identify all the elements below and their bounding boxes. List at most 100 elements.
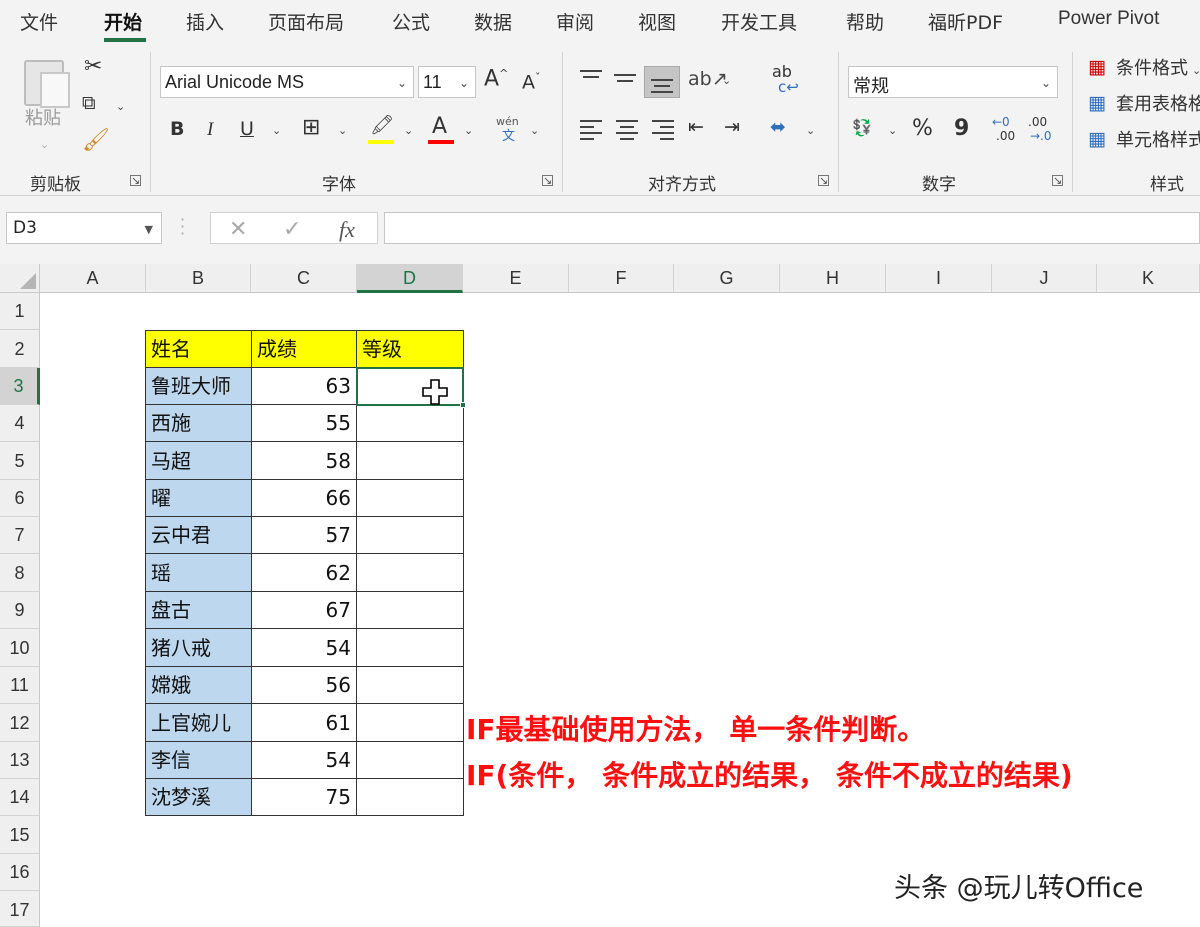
tab-file[interactable]: 文件 xyxy=(20,8,58,35)
cell-styles-button[interactable]: 单元格样式 xyxy=(1116,132,1200,150)
underline-dropdown-icon[interactable]: ⌄ xyxy=(272,124,281,137)
cell-d7[interactable] xyxy=(357,517,464,554)
column-header-b[interactable]: B xyxy=(146,264,251,293)
cell-d8[interactable] xyxy=(357,554,464,592)
cell-c12[interactable]: 61 xyxy=(252,704,357,742)
cut-icon[interactable]: ✂ xyxy=(84,56,102,78)
row-header-7[interactable]: 7 xyxy=(0,517,40,554)
row-header-2[interactable]: 2 xyxy=(0,330,40,368)
cell-b14[interactable]: 沈梦溪 xyxy=(146,779,252,816)
column-header-g[interactable]: G xyxy=(674,264,780,293)
tab-formulas[interactable]: 公式 xyxy=(392,8,430,35)
cell-d13[interactable] xyxy=(357,742,464,779)
borders-dropdown-icon[interactable]: ⌄ xyxy=(338,124,347,137)
phonetic-dropdown-icon[interactable]: ⌄ xyxy=(530,124,539,137)
cell-b13[interactable]: 李信 xyxy=(146,742,252,779)
row-header-11[interactable]: 11 xyxy=(0,667,40,704)
format-as-table-button[interactable]: 套用表格格 xyxy=(1116,96,1200,114)
number-format-select[interactable]: 常规 ⌄ xyxy=(848,66,1058,98)
column-header-d[interactable]: D xyxy=(357,264,463,293)
tab-power-pivot[interactable]: Power Pivot xyxy=(1058,8,1159,30)
insert-function-icon[interactable]: fx xyxy=(339,217,355,243)
fill-color-icon[interactable]: 🖍 xyxy=(370,116,394,135)
cell-b2[interactable]: 姓名 xyxy=(146,331,252,368)
column-header-a[interactable]: A xyxy=(40,264,146,293)
tab-help[interactable]: 帮助 xyxy=(846,8,884,35)
phonetic-guide-icon[interactable]: 文 xyxy=(502,130,515,143)
column-header-h[interactable]: H xyxy=(780,264,886,293)
tab-data[interactable]: 数据 xyxy=(474,8,512,35)
cell-d2[interactable]: 等级 xyxy=(357,331,464,368)
cell-c10[interactable]: 54 xyxy=(252,629,357,667)
clipboard-launcher-icon[interactable]: ↘ xyxy=(130,175,141,186)
cell-c5[interactable]: 58 xyxy=(252,442,357,480)
number-launcher-icon[interactable]: ↘ xyxy=(1052,175,1063,186)
bold-button[interactable]: B xyxy=(170,120,184,139)
row-header-10[interactable]: 10 xyxy=(0,629,40,667)
orientation-dropdown-icon[interactable]: ⌄ xyxy=(722,74,731,87)
decrease-indent-icon[interactable]: ⇤ xyxy=(688,118,704,137)
cell-c7[interactable]: 57 xyxy=(252,517,357,554)
merge-dropdown-icon[interactable]: ⌄ xyxy=(806,124,815,137)
align-center-icon[interactable] xyxy=(616,120,638,144)
comma-style-button[interactable]: 9 xyxy=(954,118,969,140)
borders-icon[interactable]: ⊞ xyxy=(302,117,320,139)
row-header-8[interactable]: 8 xyxy=(0,554,40,592)
tab-developer[interactable]: 开发工具 xyxy=(721,8,797,35)
row-header-14[interactable]: 14 xyxy=(0,779,40,816)
increase-indent-icon[interactable]: ⇥ xyxy=(724,118,740,137)
tab-page-layout[interactable]: 页面布局 xyxy=(268,8,344,35)
italic-button[interactable]: I xyxy=(207,120,213,139)
underline-button[interactable]: U xyxy=(240,120,254,139)
row-header-1[interactable]: 1 xyxy=(0,293,40,330)
cell-b10[interactable]: 猪八戒 xyxy=(146,629,252,667)
cancel-icon[interactable]: ✕ xyxy=(229,217,247,242)
cell-c3[interactable]: 63 xyxy=(252,368,357,405)
row-header-13[interactable]: 13 xyxy=(0,742,40,779)
column-header-k[interactable]: K xyxy=(1097,264,1200,293)
cell-c13[interactable]: 54 xyxy=(252,742,357,779)
cell-c11[interactable]: 56 xyxy=(252,667,357,704)
align-middle-icon[interactable] xyxy=(614,74,636,86)
cell-d9[interactable] xyxy=(357,592,464,629)
conditional-format-button[interactable]: 条件格式 xyxy=(1116,60,1188,78)
row-header-9[interactable]: 9 xyxy=(0,592,40,629)
cell-d14[interactable] xyxy=(357,779,464,816)
cell-b12[interactable]: 上官婉儿 xyxy=(146,704,252,742)
cell-b7[interactable]: 云中君 xyxy=(146,517,252,554)
copy-icon[interactable]: ⧉ xyxy=(82,94,96,113)
row-header-3[interactable]: 3 xyxy=(0,368,40,405)
cell-c6[interactable]: 66 xyxy=(252,480,357,517)
row-header-5[interactable]: 5 xyxy=(0,442,40,480)
column-header-e[interactable]: E xyxy=(463,264,569,293)
column-header-f[interactable]: F xyxy=(569,264,674,293)
row-header-17[interactable]: 17 xyxy=(0,891,40,927)
tab-view[interactable]: 视图 xyxy=(638,8,676,35)
decrease-font-size-icon[interactable]: Aˇ xyxy=(522,72,541,92)
align-top-icon[interactable] xyxy=(580,70,602,82)
increase-decimal-icon[interactable]: .00 xyxy=(996,130,1015,142)
cell-b8[interactable]: 瑶 xyxy=(146,554,252,592)
cell-c4[interactable]: 55 xyxy=(252,405,357,442)
cell-d10[interactable] xyxy=(357,629,464,667)
row-header-16[interactable]: 16 xyxy=(0,854,40,891)
column-header-j[interactable]: J xyxy=(992,264,1097,293)
tab-foxit-pdf[interactable]: 福昕PDF xyxy=(928,8,1003,35)
column-header-i[interactable]: I xyxy=(886,264,992,293)
format-painter-icon[interactable]: 🖌 xyxy=(82,130,110,152)
font-color-button[interactable]: A xyxy=(432,116,447,138)
cell-c2[interactable]: 成绩 xyxy=(252,331,357,368)
fill-handle[interactable] xyxy=(460,402,466,408)
align-bottom-button[interactable] xyxy=(644,66,680,98)
row-header-15[interactable]: 15 xyxy=(0,816,40,854)
row-header-4[interactable]: 4 xyxy=(0,405,40,442)
merge-center-icon[interactable]: ⬌ xyxy=(770,118,786,137)
more-options-icon[interactable]: · · · xyxy=(180,212,185,242)
cell-d5[interactable] xyxy=(357,442,464,480)
accounting-format-icon[interactable]: 💱 xyxy=(852,120,872,136)
alignment-launcher-icon[interactable]: ↘ xyxy=(818,175,829,186)
cell-b5[interactable]: 马超 xyxy=(146,442,252,480)
font-name-select[interactable]: Arial Unicode MS ⌄ xyxy=(160,66,414,98)
formula-input[interactable] xyxy=(384,212,1200,244)
fill-color-dropdown-icon[interactable]: ⌄ xyxy=(404,124,413,137)
